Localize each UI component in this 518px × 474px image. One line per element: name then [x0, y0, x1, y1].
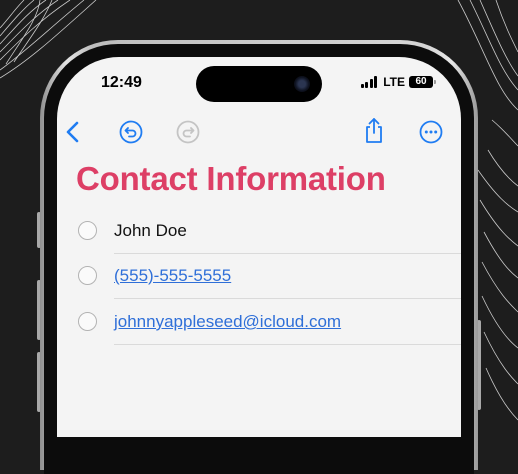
item-divider	[114, 253, 461, 254]
email-link[interactable]: johnnyappleseed@icloud.com	[114, 312, 341, 332]
checklist-item-text[interactable]: John Doe	[114, 221, 187, 241]
checklist-item[interactable]: (555)-555-5555	[77, 255, 461, 299]
checklist-item[interactable]: John Doe	[77, 210, 461, 254]
share-icon[interactable]	[363, 116, 385, 144]
back-chevron-icon[interactable]	[65, 121, 81, 143]
checklist-item[interactable]: johnnyappleseed@icloud.com	[77, 301, 461, 345]
note-title[interactable]: Contact Information	[76, 160, 386, 198]
camera-icon	[294, 76, 310, 92]
network-type: LTE	[383, 75, 405, 89]
battery-level: 60	[415, 76, 427, 87]
phone-number-link[interactable]: (555)-555-5555	[114, 266, 231, 286]
item-divider	[114, 344, 461, 345]
checkbox-circle[interactable]	[78, 312, 97, 331]
undo-icon[interactable]	[119, 120, 143, 144]
status-indicators: LTE 60	[360, 75, 436, 89]
more-icon[interactable]	[419, 120, 443, 144]
item-divider	[114, 298, 461, 299]
dynamic-island	[196, 66, 322, 102]
redo-icon[interactable]	[176, 120, 200, 144]
signal-strength-icon	[360, 76, 378, 88]
battery-icon: 60	[409, 76, 436, 88]
status-time: 12:49	[101, 74, 142, 91]
phone-screen: 12:49 LTE 60 Contact Information John Do…	[57, 57, 461, 437]
checkbox-circle[interactable]	[78, 221, 97, 240]
checkbox-circle[interactable]	[78, 266, 97, 285]
